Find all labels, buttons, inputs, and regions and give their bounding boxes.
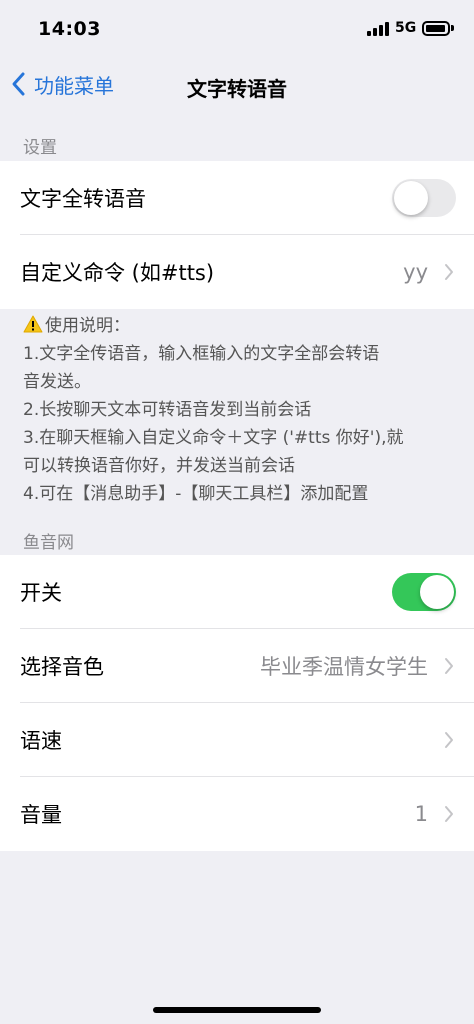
chevron-right-icon [445,264,453,280]
page-title: 文字转语音 [187,77,287,101]
instruction-line: 1.文字全传语音，输入框输入的文字全部会转语 [23,344,380,364]
toggle-text-to-speech-all[interactable] [392,179,456,217]
battery-icon [422,21,450,36]
network-type: 5G [395,20,417,36]
settings-group: 文字全转语音 自定义命令 (如#tts) yy [0,161,474,309]
row-label: 自定义命令 (如#tts) [20,261,215,285]
row-label: 文字全转语音 [20,187,146,211]
volume-value: 1 [414,802,428,826]
section-header-yuyin: 鱼音网 [23,533,74,553]
instruction-line: 可以转换语音你好，并发送当前会话 [23,456,295,476]
instruction-line: 音发送。 [23,372,91,392]
warning-icon [23,315,43,333]
row-label: 音量 [20,803,62,827]
instructions-title-line: 使用说明： [23,312,463,340]
section-header-settings: 设置 [23,138,57,158]
instruction-line: 4.可在【消息助手】-【聊天工具栏】添加配置 [23,484,369,504]
instructions: 使用说明： 1.文字全传语音，输入框输入的文字全部会转语 音发送。 2.长按聊天… [23,312,463,508]
toggle-switch[interactable] [392,573,456,611]
chevron-right-icon [445,806,453,822]
chevron-right-icon [445,658,453,674]
custom-command-value: yy [403,260,428,284]
row-select-voice[interactable]: 选择音色 毕业季温情女学生 [0,629,474,703]
yuyin-group: 开关 选择音色 毕业季温情女学生 语速 音量 1 [0,555,474,851]
instructions-title: 使用说明： [45,316,130,336]
status-bar: 14:03 5G [0,0,474,56]
instruction-line: 2.长按聊天文本可转语音发到当前会话 [23,400,312,420]
row-text-to-speech-all: 文字全转语音 [0,161,474,235]
battery-tip [451,25,454,31]
row-volume[interactable]: 音量 1 [0,777,474,851]
signal-icon [367,22,391,36]
instruction-line: 3.在聊天框输入自定义命令＋文字 ('#tts 你好'),就 [23,428,404,448]
row-speed[interactable]: 语速 [0,703,474,777]
row-label: 开关 [20,581,62,605]
row-label: 语速 [20,729,62,753]
nav-bar: 功能菜单 文字转语音 [0,56,474,114]
status-time: 14:03 [38,18,101,40]
row-switch: 开关 [0,555,474,629]
voice-value: 毕业季温情女学生 [260,655,428,679]
home-indicator[interactable] [153,1007,321,1013]
chevron-right-icon [445,732,453,748]
row-label: 选择音色 [20,655,104,679]
row-custom-command[interactable]: 自定义命令 (如#tts) yy [0,235,474,309]
